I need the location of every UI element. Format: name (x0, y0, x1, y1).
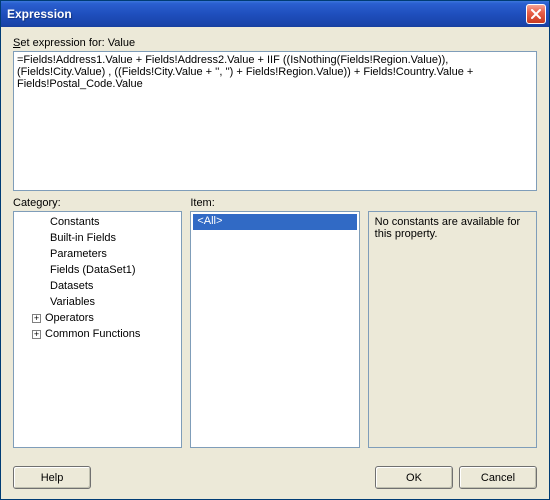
expression-textarea[interactable] (13, 51, 537, 191)
tree-item[interactable]: + Operators (16, 310, 179, 326)
tree-item[interactable]: Built-in Fields (16, 230, 179, 246)
ok-button[interactable]: OK (375, 466, 453, 489)
item-column: Item: <All> (190, 197, 359, 448)
close-icon (531, 9, 541, 19)
window-title: Expression (7, 7, 526, 21)
plus-icon[interactable]: + (32, 314, 41, 323)
help-button[interactable]: Help (13, 466, 91, 489)
content-area: Set expression for: Value Category: Cons… (1, 27, 549, 458)
category-column: Category: Constants Built-in Fields Para… (13, 197, 182, 448)
close-button[interactable] (526, 4, 546, 24)
tree-item-label: Constants (50, 216, 100, 228)
tree-item[interactable]: Fields (DataSet1) (16, 262, 179, 278)
tree-item-label: Variables (50, 296, 95, 308)
spacer-label (368, 197, 537, 209)
category-label: Category: (13, 197, 182, 209)
tree-item[interactable]: Datasets (16, 278, 179, 294)
item-label: Item: (190, 197, 359, 209)
tree-item[interactable]: Variables (16, 294, 179, 310)
columns: Category: Constants Built-in Fields Para… (13, 197, 537, 448)
tree-item-label: Fields (DataSet1) (50, 264, 136, 276)
item-list[interactable]: <All> (190, 211, 359, 448)
titlebar[interactable]: Expression (1, 1, 549, 27)
expression-dialog: Expression Set expression for: Value Cat… (0, 0, 550, 500)
tree-item[interactable]: Parameters (16, 246, 179, 262)
tree-item-label: Parameters (50, 248, 107, 260)
category-tree[interactable]: Constants Built-in Fields Parameters Fie… (13, 211, 182, 448)
description-panel: No constants are available for this prop… (368, 211, 537, 448)
plus-icon[interactable]: + (32, 330, 41, 339)
list-item[interactable]: <All> (193, 214, 356, 230)
cancel-button[interactable]: Cancel (459, 466, 537, 489)
tree-item[interactable]: Constants (16, 214, 179, 230)
expression-label: Set expression for: Value (13, 37, 537, 49)
tree-item-label: Built-in Fields (50, 232, 116, 244)
footer: Help OK Cancel (1, 458, 549, 499)
tree-item-label: Operators (45, 312, 94, 324)
tree-item-label: Common Functions (45, 328, 140, 340)
tree-item-label: Datasets (50, 280, 93, 292)
tree-item[interactable]: + Common Functions (16, 326, 179, 342)
description-column: No constants are available for this prop… (368, 197, 537, 448)
